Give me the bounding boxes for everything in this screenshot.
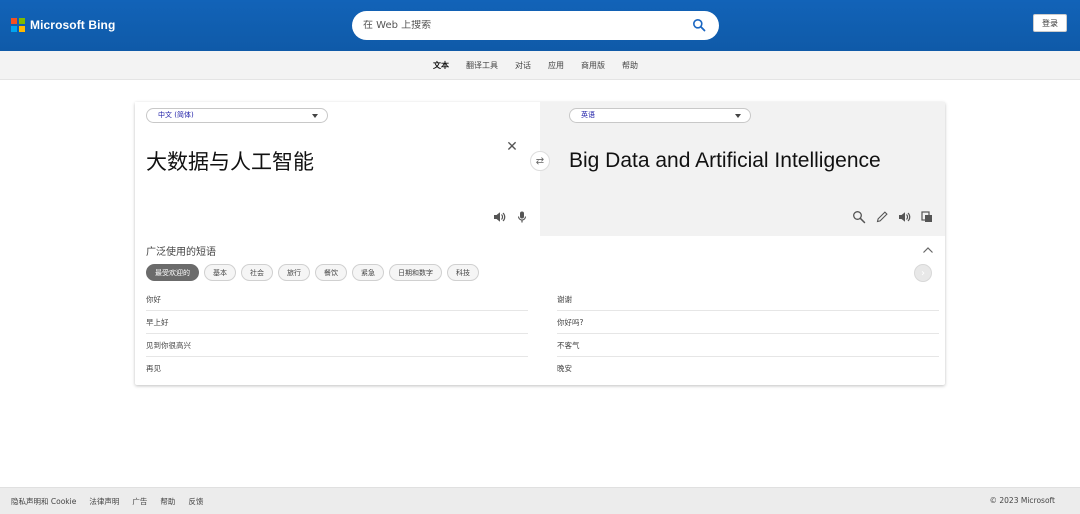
speaker-icon[interactable]: [897, 210, 911, 224]
top-bar: Microsoft Bing 登录: [0, 0, 1080, 51]
chip-technology[interactable]: 科技: [447, 264, 479, 281]
search-icon[interactable]: [852, 210, 866, 224]
bing-logo[interactable]: Microsoft Bing: [11, 18, 115, 32]
nav-bar: 文本 翻译工具 对话 应用 商用版 帮助: [0, 51, 1080, 80]
swap-languages-button[interactable]: ⇄: [530, 151, 550, 171]
footer-link-feedback[interactable]: 反馈: [188, 496, 203, 507]
microsoft-logo-icon: [11, 18, 25, 32]
phrase-item[interactable]: 谢谢: [557, 288, 939, 311]
chip-dining[interactable]: 餐饮: [315, 264, 347, 281]
search-input[interactable]: [363, 20, 683, 31]
chevron-down-icon: [735, 114, 741, 118]
phrase-category-chips: 最受欢迎的 基本 社会 旅行 餐饮 紧急 日期和数字 科技: [146, 264, 484, 281]
chip-popular[interactable]: 最受欢迎的: [146, 264, 199, 281]
chevron-up-icon[interactable]: [922, 246, 934, 254]
search-icon[interactable]: [692, 18, 706, 32]
footer-link-help[interactable]: 帮助: [160, 496, 175, 507]
phrase-item[interactable]: 不客气: [557, 334, 939, 357]
nav-item-translation-tools[interactable]: 翻译工具: [466, 60, 498, 71]
edit-pencil-icon[interactable]: [875, 210, 889, 224]
target-pane: 英语 Big Data and Artificial Intelligence: [540, 102, 945, 236]
phrases-title: 广泛使用的短语: [146, 247, 216, 258]
footer-link-legal[interactable]: 法律声明: [89, 496, 119, 507]
chip-emergency[interactable]: 紧急: [352, 264, 384, 281]
source-pane: 中文 (简体) 大数据与人工智能 ✕: [135, 102, 540, 236]
chip-travel[interactable]: 旅行: [278, 264, 310, 281]
chip-social[interactable]: 社会: [241, 264, 273, 281]
microphone-icon[interactable]: [515, 210, 529, 224]
chip-basic[interactable]: 基本: [204, 264, 236, 281]
nav-item-apps[interactable]: 应用: [548, 60, 564, 71]
source-language-label: 中文 (简体): [158, 111, 194, 119]
chip-dates-numbers[interactable]: 日期和数字: [389, 264, 442, 281]
phrase-item[interactable]: 晚安: [557, 357, 939, 380]
phrase-item[interactable]: 早上好: [146, 311, 528, 334]
source-text-input[interactable]: 大数据与人工智能: [146, 146, 314, 176]
translation-output: Big Data and Artificial Intelligence: [569, 149, 881, 172]
chevron-right-icon[interactable]: ›: [914, 264, 932, 282]
footer-link-ads[interactable]: 广告: [132, 496, 147, 507]
login-button[interactable]: 登录: [1033, 14, 1067, 32]
brand-name: Microsoft Bing: [30, 18, 116, 32]
source-language-select[interactable]: 中文 (简体): [146, 108, 328, 123]
nav-item-text[interactable]: 文本: [433, 60, 449, 71]
close-icon[interactable]: ✕: [505, 140, 519, 154]
chevron-down-icon: [312, 114, 318, 118]
footer: 隐私声明和 Cookie 法律声明 广告 帮助 反馈 © 2023 Micros…: [0, 487, 1080, 514]
target-language-select[interactable]: 英语: [569, 108, 751, 123]
phrase-item[interactable]: 见到你很高兴: [146, 334, 528, 357]
phrase-item[interactable]: 再见: [146, 357, 528, 380]
copy-icon[interactable]: [920, 210, 934, 224]
speaker-icon[interactable]: [492, 210, 506, 224]
translator-card: 中文 (简体) 大数据与人工智能 ✕ ⇄ 英语 Big Data and Art…: [135, 102, 945, 385]
phrases-right-column: 谢谢 你好吗? 不客气 晚安: [557, 288, 939, 380]
nav-item-help[interactable]: 帮助: [622, 60, 638, 71]
phrases-left-column: 你好 早上好 见到你很高兴 再见: [146, 288, 528, 380]
footer-link-privacy[interactable]: 隐私声明和 Cookie: [11, 496, 76, 507]
nav-item-conversation[interactable]: 对话: [515, 60, 531, 71]
search-box: [352, 11, 719, 40]
target-language-label: 英语: [581, 111, 595, 119]
phrase-item[interactable]: 你好吗?: [557, 311, 939, 334]
nav-item-business[interactable]: 商用版: [581, 60, 605, 71]
copyright-text: © 2023 Microsoft: [989, 496, 1056, 505]
phrase-item[interactable]: 你好: [146, 288, 528, 311]
